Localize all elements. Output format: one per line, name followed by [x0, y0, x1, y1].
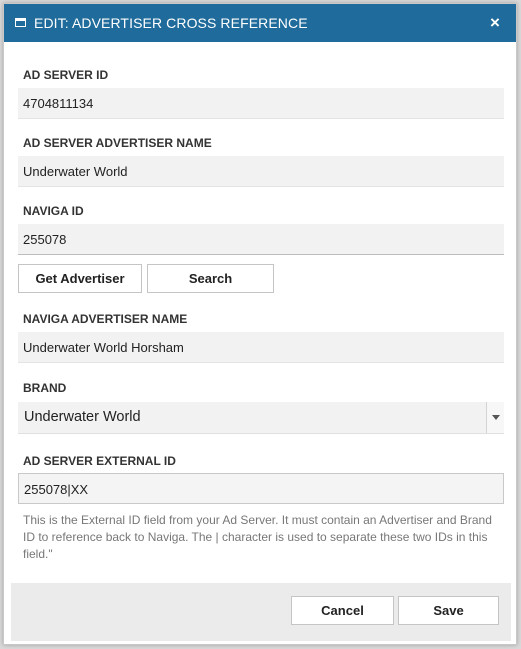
cancel-button[interactable]: Cancel — [291, 596, 394, 625]
dialog-footer: Cancel Save — [11, 583, 511, 641]
brand-label: BRAND — [23, 381, 67, 395]
window-icon — [15, 18, 26, 27]
brand-select[interactable]: Underwater World — [18, 402, 504, 434]
close-icon[interactable]: × — [486, 13, 504, 33]
ad-server-advertiser-name-field[interactable]: Underwater World — [18, 156, 504, 187]
ad-server-external-id-field[interactable]: 255078|XX — [18, 473, 504, 504]
ad-server-external-id-label: AD SERVER EXTERNAL ID — [23, 454, 176, 468]
naviga-advertiser-name-label: NAVIGA ADVERTISER NAME — [23, 312, 188, 326]
brand-select-value: Underwater World — [24, 409, 141, 425]
search-button[interactable]: Search — [147, 264, 274, 293]
naviga-advertiser-name-field[interactable]: Underwater World Horsham — [18, 332, 504, 363]
dialog-titlebar: EDIT: ADVERTISER CROSS REFERENCE × — [4, 4, 516, 42]
dialog-title: EDIT: ADVERTISER CROSS REFERENCE — [34, 15, 308, 31]
save-button[interactable]: Save — [398, 596, 499, 625]
naviga-id-label: NAVIGA ID — [23, 204, 84, 218]
ad-server-advertiser-name-label: AD SERVER ADVERTISER NAME — [23, 136, 212, 150]
ad-server-id-field[interactable]: 4704811134 — [18, 88, 504, 119]
ad-server-id-label: AD SERVER ID — [23, 68, 109, 82]
edit-dialog: EDIT: ADVERTISER CROSS REFERENCE × AD SE… — [3, 3, 517, 645]
get-advertiser-button[interactable]: Get Advertiser — [18, 264, 142, 293]
naviga-id-field[interactable]: 255078 — [18, 224, 504, 255]
chevron-down-icon[interactable] — [486, 402, 504, 433]
external-id-help-text: This is the External ID field from your … — [23, 513, 492, 561]
